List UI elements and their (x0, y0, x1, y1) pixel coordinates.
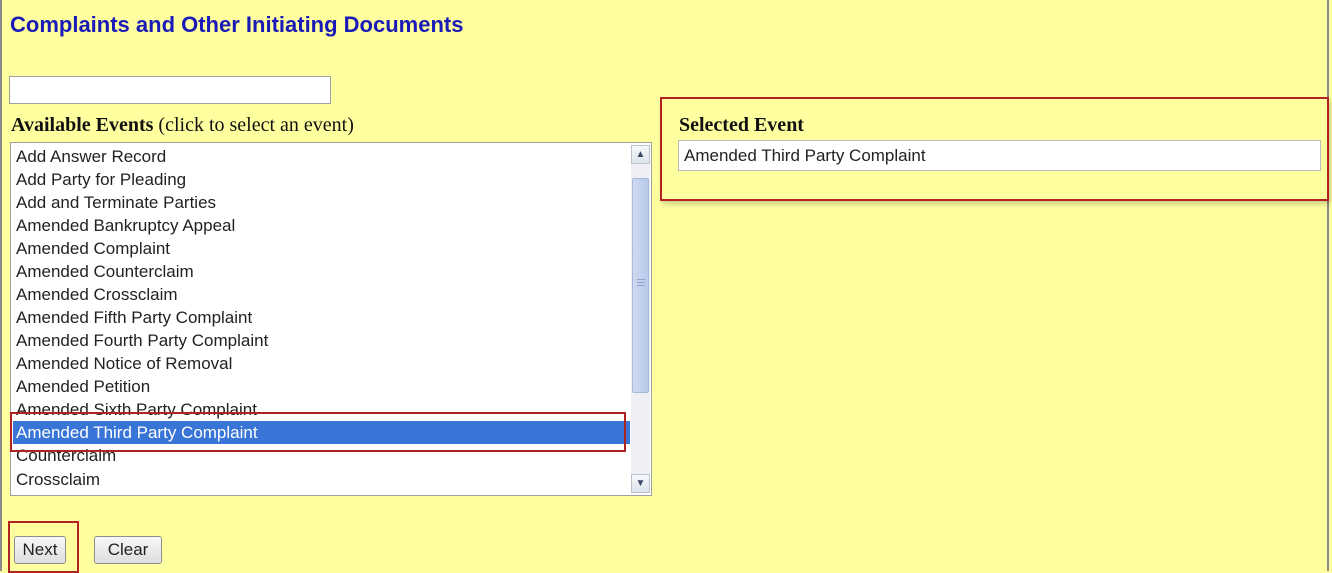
list-item[interactable]: Amended Crossclaim (16, 283, 178, 306)
list-item[interactable]: Amended Petition (16, 375, 150, 398)
next-button[interactable]: Next (14, 536, 66, 564)
page-container: Complaints and Other Initiating Document… (0, 0, 1329, 573)
event-search-input[interactable] (9, 76, 331, 104)
list-item[interactable]: Amended Fifth Party Complaint (16, 306, 252, 329)
selection-highlight-annotation (10, 412, 626, 452)
list-item[interactable]: Amended Bankruptcy Appeal (16, 214, 235, 237)
list-item[interactable]: Amended Complaint (16, 237, 170, 260)
list-item[interactable]: Amended Counterclaim (16, 260, 194, 283)
selected-event-field: Amended Third Party Complaint (678, 140, 1321, 171)
list-item[interactable]: Amended Notice of Removal (16, 352, 232, 375)
scroll-thumb[interactable] (632, 178, 649, 393)
clear-button[interactable]: Clear (94, 536, 162, 564)
listbox-scrollbar[interactable]: ▲ ▼ (631, 145, 650, 493)
available-events-title: Available Events (11, 114, 154, 136)
chevron-down-icon: ▼ (635, 478, 646, 489)
available-events-hint: (click to select an event) (158, 114, 354, 136)
scroll-down-button[interactable]: ▼ (631, 474, 650, 493)
available-events-label: Available Events (click to select an eve… (11, 114, 354, 137)
selected-event-label: Selected Event (679, 114, 804, 136)
page-title: Complaints and Other Initiating Document… (10, 12, 464, 37)
scroll-up-button[interactable]: ▲ (631, 145, 650, 164)
list-item[interactable]: Amended Fourth Party Complaint (16, 329, 268, 352)
list-item[interactable]: Add Answer Record (16, 145, 166, 168)
grip-icon (637, 279, 645, 286)
list-item[interactable]: Add Party for Pleading (16, 168, 186, 191)
chevron-up-icon: ▲ (635, 149, 646, 160)
list-item[interactable]: Crossclaim (16, 468, 100, 491)
list-item[interactable]: Add and Terminate Parties (16, 191, 216, 214)
